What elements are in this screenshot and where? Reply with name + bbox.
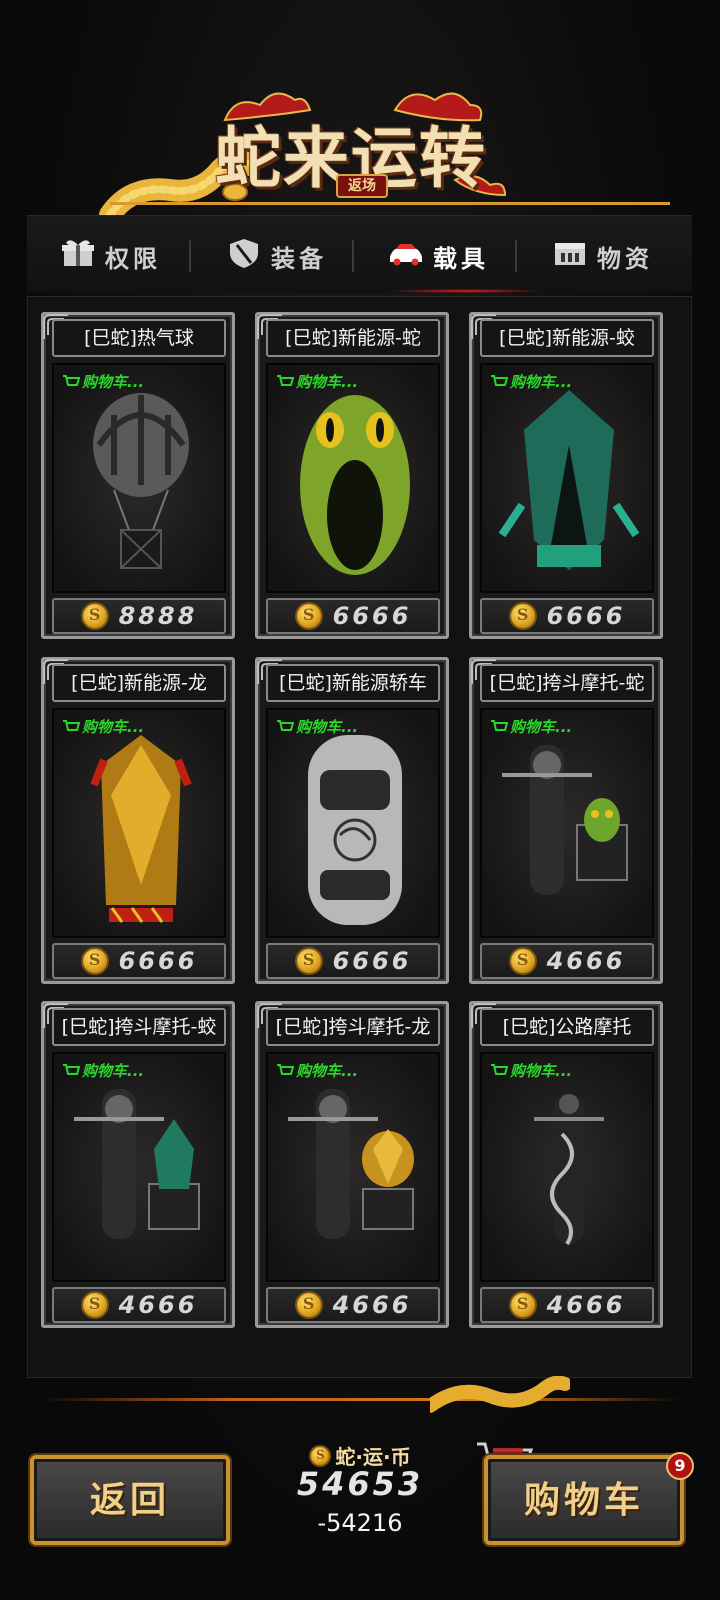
- coin-icon: [294, 602, 323, 630]
- hot-air-balloon-illustration: [93, 393, 189, 569]
- vehicle-name: [巳蛇]新能源-龙: [52, 664, 226, 702]
- sedan-illustration: [308, 735, 402, 925]
- tab-permissions[interactable]: 权限: [59, 234, 161, 278]
- currency-display: 蛇·运·币 54653 -54216: [256, 1437, 464, 1545]
- active-tab-indicator: [390, 289, 540, 293]
- coin-icon: [309, 1444, 332, 1467]
- price-bar: 4666: [480, 1287, 654, 1323]
- vehicle-card[interactable]: [巳蛇]新能源轿车购物车... 6666: [255, 657, 449, 984]
- price-bar: 6666: [266, 598, 440, 634]
- item-price: 4666: [118, 1291, 198, 1319]
- vehicle-image: 购物车...: [480, 363, 654, 593]
- sidecar-snake-illustration: [502, 745, 628, 895]
- tab-label: 权限: [105, 244, 161, 273]
- price-bar: 4666: [480, 943, 654, 979]
- vehicle-card[interactable]: [巳蛇]挎斗摩托-蛇购物车... 4666: [469, 657, 663, 984]
- tab-divider: [352, 240, 354, 272]
- vehicle-card[interactable]: [巳蛇]新能源-蛟购物车... 6666: [469, 312, 663, 639]
- tab-label: 载具: [433, 244, 489, 273]
- tab-equipment[interactable]: 装备: [225, 234, 327, 278]
- coin-icon: [294, 1291, 323, 1319]
- vehicle-name: [巳蛇]挎斗摩托-蛟: [52, 1008, 226, 1046]
- vehicle-image: 购物车...: [266, 708, 440, 938]
- vehicle-image: 购物车...: [480, 708, 654, 938]
- vehicle-card[interactable]: [巳蛇]公路摩托购物车... 4666: [469, 1001, 663, 1328]
- shopping-cart-button[interactable]: 购物车: [484, 1455, 684, 1545]
- vehicle-image: 购物车...: [266, 1052, 440, 1282]
- vehicle-name: [巳蛇]热气球: [52, 319, 226, 357]
- vehicle-name: [巳蛇]挎斗摩托-蛇: [480, 664, 654, 702]
- shield-icon: [225, 237, 263, 275]
- price-bar: 6666: [52, 943, 226, 979]
- vehicle-image: 购物车...: [52, 708, 226, 938]
- vehicle-name: [巳蛇]新能源-蛇: [266, 319, 440, 357]
- car-icon: [387, 237, 425, 275]
- currency-change: -54216: [317, 1509, 403, 1537]
- item-price: 6666: [332, 947, 412, 975]
- item-price: 4666: [546, 947, 626, 975]
- gift-box-icon: [59, 237, 97, 275]
- tab-vehicles[interactable]: 载具: [387, 234, 489, 278]
- vehicle-name: [巳蛇]公路摩托: [480, 1008, 654, 1046]
- vehicle-image: 购物车...: [52, 1052, 226, 1282]
- item-price: 8888: [118, 602, 198, 630]
- coin-icon: [80, 947, 109, 975]
- jiao-car-illustration: [498, 390, 640, 570]
- vehicle-name: [巳蛇]新能源轿车: [266, 664, 440, 702]
- subtitle-badge: 返场: [336, 174, 388, 198]
- snake-car-illustration: [300, 395, 410, 575]
- tab-label: 物资: [597, 244, 653, 273]
- coin-icon: [508, 1291, 537, 1319]
- coin-icon: [294, 947, 323, 975]
- item-price: 6666: [118, 947, 198, 975]
- vehicle-image: 购物车...: [52, 363, 226, 593]
- dragon-car-illustration: [90, 735, 192, 923]
- tab-supplies[interactable]: 物资: [551, 234, 653, 278]
- cart-count-badge: 9: [666, 1452, 694, 1480]
- crate-icon: [551, 237, 589, 275]
- price-bar: 4666: [266, 1287, 440, 1323]
- coin-icon: [80, 602, 109, 630]
- vehicle-card[interactable]: [巳蛇]热气球购物车... 8888: [41, 312, 235, 639]
- item-price: 6666: [332, 602, 412, 630]
- vehicle-name: [巳蛇]新能源-蛟: [480, 319, 654, 357]
- item-price: 4666: [546, 1291, 626, 1319]
- price-bar: 4666: [52, 1287, 226, 1323]
- sidecar-jiao-illustration: [74, 1089, 200, 1239]
- coin-icon: [508, 602, 537, 630]
- sidecar-dragon-illustration: [288, 1089, 414, 1239]
- vehicle-card[interactable]: [巳蛇]新能源-蛇购物车... 6666: [255, 312, 449, 639]
- category-tab-bar: 权限 装备 载具 物资: [27, 215, 692, 293]
- coin-icon: [80, 1291, 109, 1319]
- vehicle-card[interactable]: [巳蛇]挎斗摩托-蛟购物车... 4666: [41, 1001, 235, 1328]
- tab-divider: [189, 240, 191, 272]
- vehicle-card[interactable]: [巳蛇]挎斗摩托-龙购物车... 4666: [255, 1001, 449, 1328]
- vehicle-image: 购物车...: [480, 1052, 654, 1282]
- vehicle-name: [巳蛇]挎斗摩托-龙: [266, 1008, 440, 1046]
- footer-divider: [40, 1398, 680, 1401]
- snake-ornament: [430, 1376, 570, 1413]
- back-button[interactable]: 返回: [30, 1455, 230, 1545]
- vehicle-card[interactable]: [巳蛇]新能源-龙购物车... 6666: [41, 657, 235, 984]
- tab-label: 装备: [271, 244, 327, 273]
- price-bar: 6666: [480, 598, 654, 634]
- price-bar: 8888: [52, 598, 226, 634]
- currency-amount: 54653: [296, 1465, 424, 1503]
- vehicle-image: 购物车...: [266, 363, 440, 593]
- coin-icon: [508, 947, 537, 975]
- tab-divider: [515, 240, 517, 272]
- item-price: 4666: [332, 1291, 412, 1319]
- road-bike-illustration: [534, 1094, 604, 1246]
- price-bar: 6666: [266, 943, 440, 979]
- item-price: 6666: [546, 602, 626, 630]
